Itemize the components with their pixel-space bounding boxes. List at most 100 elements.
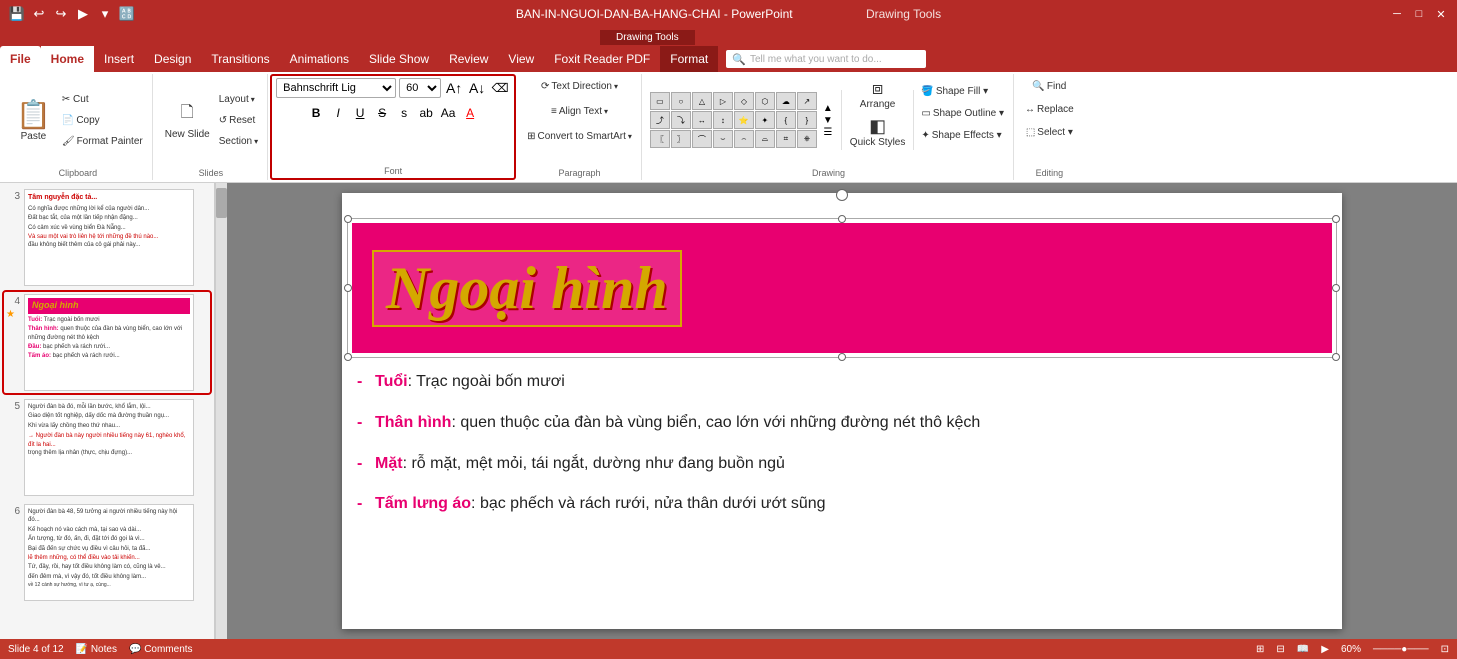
fit-screen[interactable]: ⊡ <box>1441 644 1449 655</box>
slide-thumb-6[interactable]: 6 Người đàn bà 48, 59 tưởng ai người nhi… <box>4 502 210 603</box>
slides-scroll-thumb[interactable] <box>216 188 227 218</box>
view-slide-sorter[interactable]: ⊟ <box>1276 644 1284 655</box>
clear-format-btn[interactable]: ⌫ <box>490 78 510 98</box>
menu-foxit[interactable]: Foxit Reader PDF <box>544 46 660 72</box>
menu-view[interactable]: View <box>498 46 544 72</box>
shape-16[interactable]: } <box>797 111 817 129</box>
close-btn[interactable]: ✕ <box>1433 6 1449 22</box>
convert-smartart-btn[interactable]: ⊞ Convert to SmartArt ▾ <box>524 126 635 146</box>
menu-design[interactable]: Design <box>144 46 201 72</box>
new-slide-button[interactable]: 🗋 New Slide <box>161 99 214 142</box>
italic-btn[interactable]: I <box>328 103 348 123</box>
font-increase-btn[interactable]: A↑ <box>444 78 464 98</box>
customize-icon[interactable]: ▾ <box>96 5 114 23</box>
underline-btn[interactable]: U <box>350 103 370 123</box>
undo-icon[interactable]: ↩ <box>30 5 48 23</box>
align-text-btn[interactable]: ≡ Align Text ▾ <box>548 101 611 121</box>
arrange-button[interactable]: ⧈ Arrange <box>856 76 900 112</box>
font-size-select[interactable]: 60 <box>399 78 441 98</box>
shape-19[interactable]: ⌒ <box>692 130 712 148</box>
shape-14[interactable]: ✦ <box>755 111 775 129</box>
shape-22[interactable]: ⌓ <box>755 130 775 148</box>
text-direction-btn[interactable]: ⟳ Text Direction ▾ <box>538 76 621 96</box>
bold-btn[interactable]: B <box>306 103 326 123</box>
handle-bl[interactable] <box>344 353 352 361</box>
shape-more[interactable]: ☰ <box>823 127 832 138</box>
strikethrough-btn[interactable]: S <box>372 103 392 123</box>
menu-file[interactable]: File <box>0 46 41 72</box>
rotate-handle[interactable] <box>836 189 848 201</box>
shape-7[interactable]: ☁ <box>776 92 796 110</box>
spacing-btn[interactable]: ab <box>416 103 436 123</box>
replace-btn[interactable]: ↔ Replace <box>1022 99 1077 119</box>
shape-4[interactable]: ▷ <box>713 92 733 110</box>
layout-button[interactable]: Layout▾ <box>216 89 261 109</box>
handle-bc[interactable] <box>838 353 846 361</box>
shape-effects-btn[interactable]: ✦ Shape Effects ▾ <box>918 125 1007 145</box>
menu-transitions[interactable]: Transitions <box>201 46 279 72</box>
shape-scroll-up[interactable]: ▲ <box>823 103 833 114</box>
shape-10[interactable]: ⤵ <box>671 111 691 129</box>
quick-styles-button[interactable]: ◧ Quick Styles <box>846 114 910 150</box>
present-icon[interactable]: ▶ <box>74 5 92 23</box>
shape-21[interactable]: ⌢ <box>734 130 754 148</box>
shape-5[interactable]: ◇ <box>734 92 754 110</box>
handle-br[interactable] <box>1332 353 1340 361</box>
menu-home[interactable]: Home <box>41 46 94 72</box>
menu-insert[interactable]: Insert <box>94 46 144 72</box>
slide-thumb-4[interactable]: 4 ★ Ngoại hình Tuổi: Trạc ngoài bốn mươi… <box>4 292 210 393</box>
shape-6[interactable]: ⬡ <box>755 92 775 110</box>
shape-2[interactable]: ○ <box>671 92 691 110</box>
shape-8[interactable]: ↗ <box>797 92 817 110</box>
font-color-btn[interactable]: A <box>460 103 480 123</box>
check-icon[interactable]: 🔠 <box>118 5 136 23</box>
font-name-select[interactable]: Bahnschrift Lig <box>276 78 396 98</box>
cut-button[interactable]: ✂ Cut <box>59 89 146 109</box>
slide-title[interactable]: Ngoại hình <box>372 250 682 327</box>
shape-23[interactable]: ⌗ <box>776 130 796 148</box>
shadow-btn[interactable]: s <box>394 103 414 123</box>
paste-button[interactable]: 📋 Paste <box>10 96 57 144</box>
format-painter-button[interactable]: 🖌 Format Painter <box>59 131 146 151</box>
handle-mr[interactable] <box>1332 284 1340 292</box>
shape-11[interactable]: ↔ <box>692 111 712 129</box>
search-placeholder[interactable]: Tell me what you want to do... <box>750 54 882 65</box>
zoom-slider[interactable]: ────●─── <box>1373 644 1429 655</box>
reset-button[interactable]: ↺ Reset <box>216 110 261 130</box>
comments-btn[interactable]: 💬 Comments <box>129 644 193 655</box>
shape-24[interactable]: ⎈ <box>797 130 817 148</box>
shape-fill-btn[interactable]: 🪣 Shape Fill ▾ <box>918 81 1007 101</box>
slides-scrollbar[interactable] <box>215 183 227 639</box>
handle-tc[interactable] <box>838 215 846 223</box>
title-bar-controls[interactable]: ─ □ ✕ <box>1389 6 1449 22</box>
shape-outline-btn[interactable]: ▭ Shape Outline ▾ <box>918 103 1007 123</box>
menu-slideshow[interactable]: Slide Show <box>359 46 439 72</box>
menu-animations[interactable]: Animations <box>280 46 359 72</box>
handle-tr[interactable] <box>1332 215 1340 223</box>
shape-scroll-down[interactable]: ▼ <box>823 115 833 126</box>
menu-format[interactable]: Format <box>660 46 718 72</box>
view-reading[interactable]: 📖 <box>1297 644 1309 655</box>
menu-review[interactable]: Review <box>439 46 498 72</box>
redo-icon[interactable]: ↪ <box>52 5 70 23</box>
section-button[interactable]: Section▾ <box>216 131 261 151</box>
slide-thumb-3[interactable]: 3 Tâm nguyễn đặc tả... Có nghĩa được nhữ… <box>4 187 210 288</box>
copy-button[interactable]: 📄 Copy <box>59 110 146 130</box>
change-case-btn[interactable]: Aa <box>438 103 458 123</box>
notes-btn[interactable]: 📝 Notes <box>76 644 117 655</box>
view-normal[interactable]: ⊞ <box>1256 644 1264 655</box>
shape-13[interactable]: ⭐ <box>734 111 754 129</box>
view-slideshow[interactable]: ▶ <box>1321 644 1329 655</box>
maximize-btn[interactable]: □ <box>1411 6 1427 22</box>
shape-12[interactable]: ↕ <box>713 111 733 129</box>
shape-18[interactable]: 〗 <box>671 130 691 148</box>
save-icon[interactable]: 💾 <box>8 5 26 23</box>
handle-ml[interactable] <box>344 284 352 292</box>
shape-15[interactable]: { <box>776 111 796 129</box>
select-btn[interactable]: ⬚ Select ▾ <box>1023 122 1076 142</box>
find-btn[interactable]: 🔍 Find <box>1029 76 1069 96</box>
slide-pink-bar[interactable]: Ngoại hình <box>352 223 1332 353</box>
shape-3[interactable]: △ <box>692 92 712 110</box>
handle-tl[interactable] <box>344 215 352 223</box>
font-decrease-btn[interactable]: A↓ <box>467 78 487 98</box>
